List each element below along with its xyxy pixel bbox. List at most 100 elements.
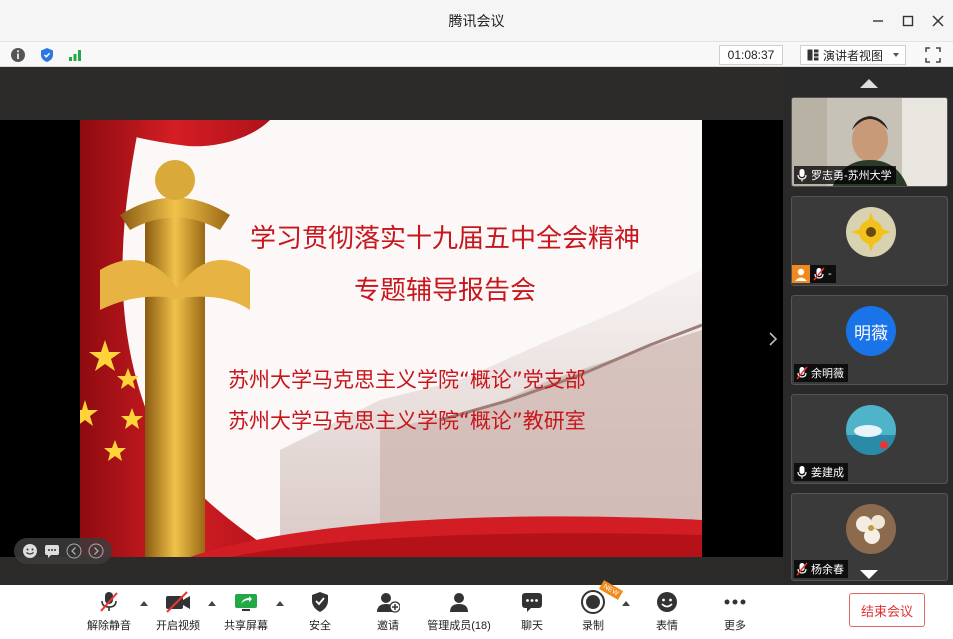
meeting-toolbar: 解除静音 开启视频 共享屏幕 安全 邀请 管理成员(18) 聊天 录制 NEW … — [0, 580, 953, 639]
unmute-label: 解除静音 — [87, 620, 131, 632]
unmute-button[interactable]: 解除静音 — [86, 589, 132, 635]
participant-name-bar: - — [792, 265, 836, 283]
avatar: 明薇 — [846, 306, 896, 356]
participant-name-bar: 余明薇 — [794, 364, 848, 382]
smiley-icon — [657, 592, 677, 612]
presentation-slide: 学习贯彻落实十九届五中全会精神 专题辅导报告会 苏州大学马克思主义学院“概论”党… — [80, 120, 702, 557]
comment-icon — [45, 545, 59, 558]
security-label: 安全 — [309, 620, 331, 632]
smiley-icon — [23, 544, 37, 558]
participant-name-bar: 姜建成 — [794, 463, 848, 481]
reactions-button[interactable]: 表情 — [651, 589, 683, 635]
share-screen-icon — [235, 594, 257, 611]
microphone-icon — [797, 169, 807, 182]
participant-name: 姜建成 — [811, 467, 844, 479]
avatar-initials: 明薇 — [854, 323, 888, 344]
next-slide-button[interactable] — [88, 543, 104, 559]
chat-button[interactable]: 聊天 — [516, 589, 548, 635]
share-options-chevron[interactable] — [276, 601, 284, 606]
maximize-button[interactable] — [893, 6, 923, 36]
participant-name: 杨余春 — [811, 564, 844, 576]
annotation-toolbar — [14, 538, 112, 564]
host-badge-icon — [792, 265, 810, 283]
manage-members-label: 管理成员(18) — [427, 620, 491, 632]
shield-icon[interactable] — [38, 46, 56, 64]
record-options-chevron[interactable] — [622, 601, 630, 606]
next-page-button[interactable] — [766, 329, 780, 349]
grid-view-icon — [807, 49, 819, 61]
share-screen-label: 共享屏幕 — [224, 620, 268, 632]
avatar — [846, 504, 896, 554]
microphone-muted-icon — [100, 592, 118, 612]
minimize-button[interactable] — [863, 6, 893, 36]
avatar — [846, 207, 896, 257]
security-button[interactable]: 安全 — [304, 589, 336, 635]
scroll-down-icon[interactable] — [860, 570, 878, 579]
invite-button[interactable]: 邀请 — [372, 589, 404, 635]
scroll-up-icon[interactable] — [860, 79, 878, 88]
invite-label: 邀请 — [377, 620, 399, 632]
reactions-label: 表情 — [656, 620, 678, 632]
close-button[interactable] — [923, 6, 953, 36]
minimize-icon — [873, 19, 883, 22]
chevron-right-small-icon — [88, 543, 104, 559]
avatar — [846, 405, 896, 455]
shield-icon — [312, 592, 328, 612]
video-options-chevron[interactable] — [208, 601, 216, 606]
chat-icon — [522, 593, 542, 612]
members-icon — [450, 593, 468, 612]
camera-off-icon — [166, 591, 190, 613]
participant-video-panel: 罗志勇-苏州大学 - 明薇 余明薇 姜建成 杨余春 — [783, 67, 953, 585]
title-bar: 腾讯会议 — [0, 0, 953, 41]
window-title: 腾讯会议 — [448, 12, 505, 29]
maximize-icon — [902, 15, 914, 26]
participant-name: - — [828, 268, 832, 280]
window-controls — [863, 0, 953, 41]
chevron-left-icon — [66, 543, 82, 559]
record-button[interactable]: 录制 — [577, 589, 609, 635]
more-icon — [724, 599, 746, 605]
participant-tile[interactable]: 罗志勇-苏州大学 — [791, 97, 948, 187]
slide-subtitle-line-1: 苏州大学马克思主义学院“概论”党支部 — [228, 368, 586, 392]
meeting-info-bar: 01:08:37 演讲者视图 — [0, 41, 953, 67]
view-mode-label: 演讲者视图 — [823, 48, 884, 63]
signal-icon[interactable] — [66, 46, 84, 64]
participant-name-bar: 罗志勇-苏州大学 — [794, 166, 896, 184]
view-mode-select[interactable]: 演讲者视图 — [800, 45, 906, 65]
microphone-muted-icon — [796, 366, 808, 380]
participant-name: 罗志勇-苏州大学 — [811, 170, 892, 182]
end-meeting-button[interactable]: 结束会议 — [849, 593, 925, 627]
slide-background — [80, 120, 702, 557]
shared-screen-stage: 学习贯彻落实十九届五中全会精神 专题辅导报告会 苏州大学马克思主义学院“概论”党… — [0, 67, 783, 585]
participant-tile[interactable]: 杨余春 — [791, 493, 948, 581]
slide-title-line-2: 专题辅导报告会 — [353, 276, 536, 306]
fullscreen-icon — [925, 47, 941, 63]
microphone-icon — [797, 466, 807, 479]
chevron-right-icon — [769, 332, 778, 346]
participant-name-bar: 杨余春 — [794, 560, 848, 578]
prev-slide-button[interactable] — [66, 543, 82, 559]
participant-tile[interactable]: 姜建成 — [791, 394, 948, 484]
comment-annotate-button[interactable] — [44, 543, 60, 559]
chat-label: 聊天 — [521, 620, 543, 632]
audio-options-chevron[interactable] — [140, 601, 148, 606]
start-video-button[interactable]: 开启视频 — [155, 589, 201, 635]
participant-tile[interactable]: 明薇 余明薇 — [791, 295, 948, 385]
record-label: 录制 — [582, 620, 604, 632]
share-screen-button[interactable]: 共享屏幕 — [222, 589, 270, 635]
more-label: 更多 — [724, 620, 746, 632]
chevron-down-icon — [893, 53, 899, 57]
participant-tile[interactable]: - — [791, 196, 948, 286]
info-icon[interactable] — [9, 46, 27, 64]
start-video-label: 开启视频 — [156, 620, 200, 632]
meeting-timer: 01:08:37 — [719, 45, 783, 65]
add-user-icon — [377, 593, 400, 613]
slide-subtitle-line-2: 苏州大学马克思主义学院“概论”教研室 — [228, 409, 586, 433]
more-button[interactable]: 更多 — [719, 589, 751, 635]
emoji-annotate-button[interactable] — [22, 543, 38, 559]
microphone-muted-icon — [813, 267, 825, 281]
microphone-muted-icon — [796, 562, 808, 576]
manage-members-button[interactable]: 管理成员(18) — [424, 589, 494, 635]
fullscreen-button[interactable] — [924, 46, 942, 64]
participant-name: 余明薇 — [811, 368, 844, 380]
